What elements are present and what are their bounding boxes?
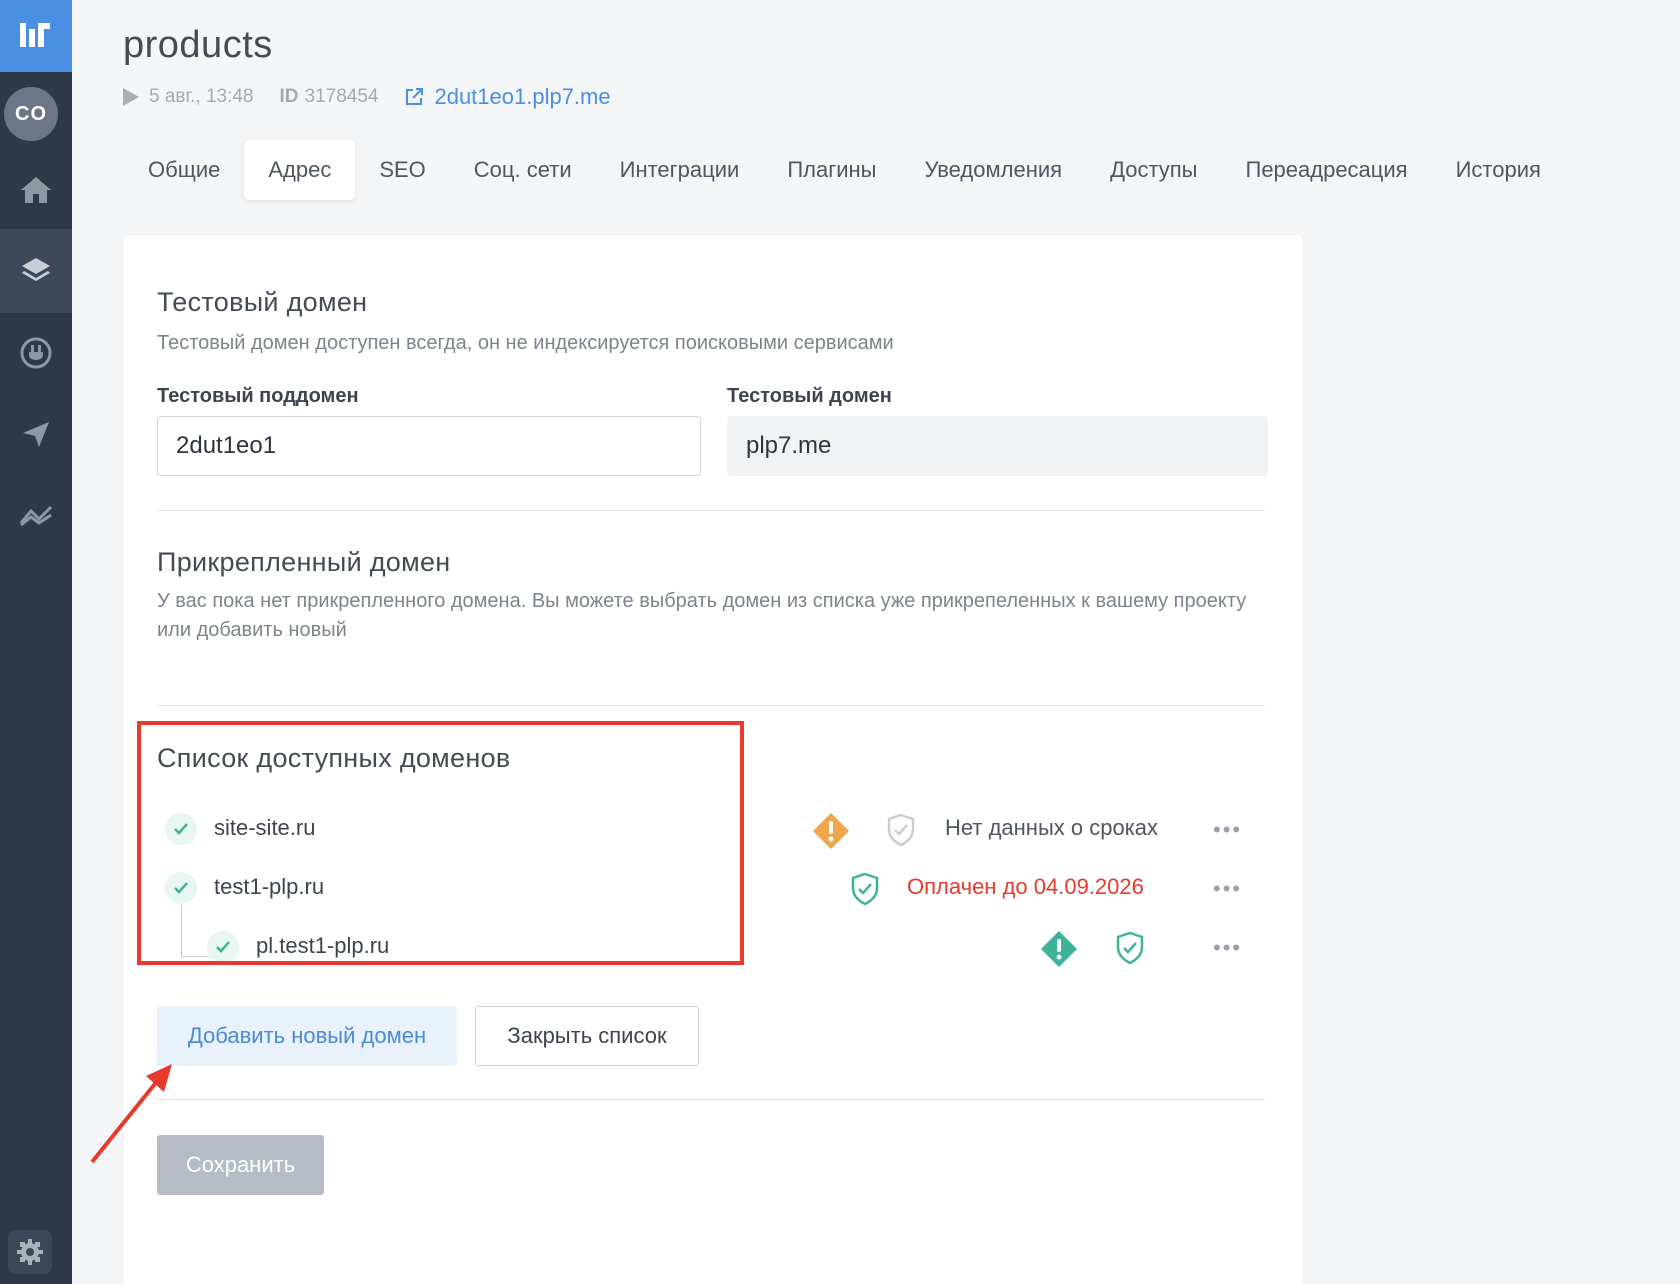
sidebar-item-home[interactable] [0,148,72,232]
test-domain-description: Тестовый домен доступен всегда, он не ин… [157,332,894,354]
domain-expiry-status: Нет данных о сроках [945,815,1159,840]
gear-icon [17,1239,43,1265]
send-icon [23,422,49,447]
close-list-button[interactable]: Закрыть список [475,1006,699,1066]
divider [157,705,1265,706]
more-options-icon[interactable]: ••• [1213,817,1242,843]
more-options-icon[interactable]: ••• [1213,876,1242,902]
tab-history[interactable]: История [1432,140,1565,200]
more-options-icon[interactable]: ••• [1213,935,1242,961]
tab-access[interactable]: Доступы [1086,140,1221,200]
highlight-annotation [137,721,744,965]
shield-check-icon[interactable] [1115,931,1145,965]
subdomain-input[interactable]: 2dut1eo1 [157,416,701,476]
plug-icon [20,337,52,369]
test-domain-field: plp7.me [727,416,1268,476]
tab-plugins[interactable]: Плагины [763,140,900,200]
tab-seo[interactable]: SEO [355,140,449,200]
avatar[interactable]: CO [4,87,58,141]
warning-icon[interactable] [811,811,851,851]
logo-icon[interactable] [0,0,72,72]
home-icon [21,177,51,203]
save-button[interactable]: Сохранить [157,1135,324,1195]
add-domain-button[interactable]: Добавить новый домен [157,1006,457,1066]
external-link-icon[interactable] [404,87,424,107]
tab-redirect[interactable]: Переадресация [1222,140,1432,200]
layers-icon [22,258,50,281]
attached-domain-description: У вас пока нет прикрепленного домена. Вы… [157,590,1247,641]
play-icon [123,88,139,106]
tab-address[interactable]: Адрес [244,140,356,200]
domain-link[interactable]: 2dut1eo1.plp7.me [434,84,610,110]
divider [157,1099,1265,1100]
sidebar-item-projects[interactable] [0,229,72,313]
divider [157,510,1265,511]
domain-paid-status: Оплачен до 04.09.2026 [907,874,1144,899]
sidebar: CO [0,0,72,1284]
settings-button[interactable] [8,1230,52,1274]
subdomain-label: Тестовый поддомен [157,385,359,407]
test-domain-title: Тестовый домен [157,287,368,317]
tab-social[interactable]: Соц. сети [450,140,596,200]
tab-integrations[interactable]: Интеграции [596,140,764,200]
test-domain-label: Тестовый домен [727,385,892,407]
analytics-icon [19,505,53,527]
tab-notifications[interactable]: Уведомления [901,140,1087,200]
sidebar-item-integrations[interactable] [0,311,72,395]
tab-general[interactable]: Общие [124,140,244,200]
warning-icon[interactable] [1039,929,1079,969]
page-meta: 5 авг., 13:48 ID 3178454 2dut1eo1.plp7.m… [123,84,611,110]
id-label: ID [279,86,299,107]
published-date: 5 авг., 13:48 [149,86,254,107]
project-id: 3178454 [304,86,379,107]
page-title: products [123,24,273,66]
shield-check-icon[interactable] [850,872,880,906]
sidebar-item-send[interactable] [0,392,72,476]
tab-bar: Общие Адрес SEO Соц. сети Интеграции Пла… [124,140,1565,200]
sidebar-item-analytics[interactable] [0,473,72,557]
attached-domain-title: Прикрепленный домен [157,547,451,577]
arrow-annotation [90,1064,172,1164]
shield-icon[interactable] [886,813,916,847]
